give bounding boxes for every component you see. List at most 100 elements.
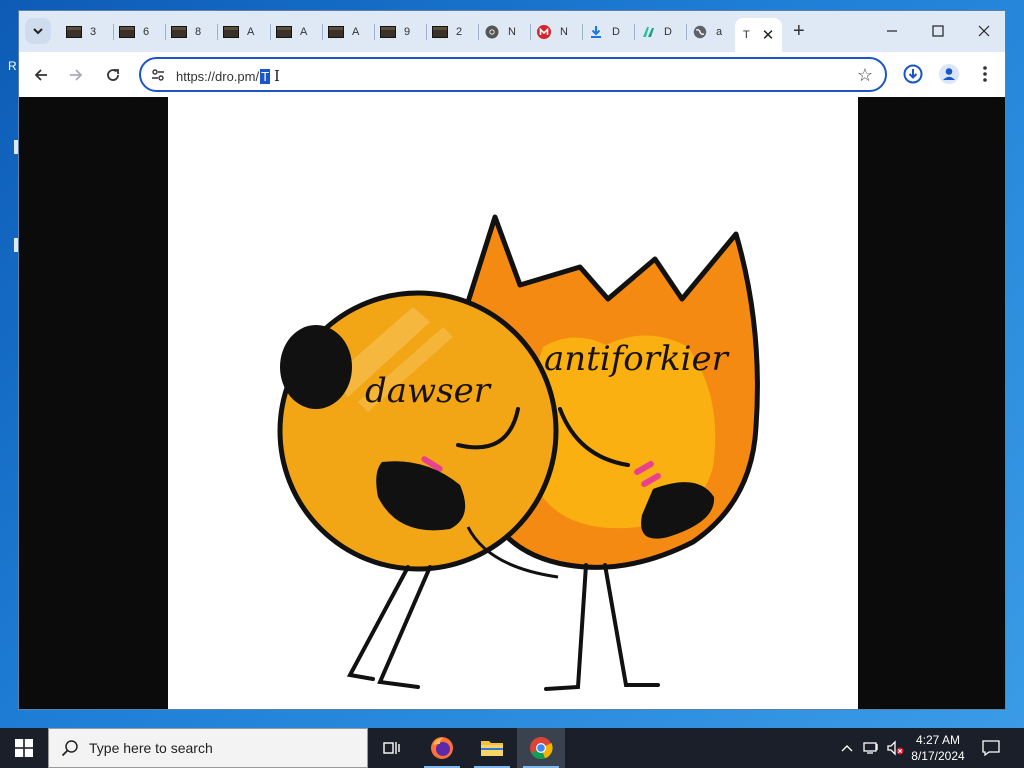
tab-title: 2 [456,26,463,38]
tab-active[interactable]: T ✕ [735,18,783,52]
address-bar[interactable]: https://dro.pm/T I ☆ [139,57,887,92]
start-button[interactable] [0,728,48,768]
download-circle-icon [903,64,923,84]
back-button[interactable] [29,63,53,87]
tab-title: N [560,26,568,38]
clock-date: 8/17/2024 [911,749,965,763]
dark-thumbnail-favicon-icon [119,25,135,39]
windows-logo-icon [15,739,33,757]
taskbar-search-box[interactable]: Type here to search [48,728,368,768]
dark-thumbnail-favicon-icon [66,25,82,39]
tab-strip: 3 6 8 A A A 9 2 N N D D a T ✕ + [19,11,1005,52]
tab[interactable]: a [686,19,723,45]
tab[interactable]: 9 [374,19,411,45]
tune-icon [152,69,164,81]
red-m-favicon-icon [536,25,552,39]
tab[interactable]: D [634,19,672,45]
notification-icon [982,740,1000,757]
downloads-button[interactable] [901,62,925,86]
network-icon[interactable] [862,739,880,757]
tab-title: 9 [404,26,411,38]
bookmark-star-icon[interactable]: ☆ [857,65,873,86]
minimize-button[interactable] [877,19,907,43]
url-selection: T [260,68,271,84]
close-tab-icon[interactable]: ✕ [762,26,775,44]
flame-leg [603,563,660,687]
ball-label: dawser [365,371,492,411]
search-icon [61,740,78,757]
character-illustration: antiforkier dawser [277,214,760,691]
dark-thumbnail-favicon-icon [432,25,448,39]
tab[interactable]: 6 [113,19,150,45]
maximize-icon [932,25,944,37]
chrome-taskbar-button[interactable] [517,728,565,768]
ball-ear [280,325,352,409]
task-view-icon [383,742,400,754]
ball-leg [377,565,432,689]
tab[interactable]: 8 [165,19,202,45]
tab[interactable]: A [270,19,308,45]
reload-button[interactable] [101,63,125,87]
tab-title: A [352,26,360,38]
kebab-menu-icon [983,66,987,82]
task-view-button[interactable] [368,728,416,768]
tab[interactable]: N [478,19,516,45]
dark-thumbnail-favicon-icon [276,25,292,39]
tab-search-button[interactable] [25,18,51,44]
tab-title: 6 [143,26,150,38]
minimize-icon [887,30,897,32]
tab[interactable]: 2 [426,19,463,45]
close-window-button[interactable] [969,19,999,43]
tab-title: N [508,26,516,38]
show-hidden-icons-chevron-icon[interactable] [838,739,856,757]
back-arrow-icon [34,69,47,81]
taskbar: Type here to search 4:27 AM 8/17/2024 [0,728,1024,768]
forward-button[interactable] [64,63,88,87]
file-explorer-taskbar-button[interactable] [468,728,516,768]
new-tab-button[interactable]: + [793,20,805,43]
site-info-button[interactable] [149,66,167,84]
tab[interactable]: A [322,19,360,45]
displayed-image: antiforkier dawser [168,97,858,709]
dark-thumbnail-favicon-icon [328,25,344,39]
reload-icon [107,69,119,81]
system-clock[interactable]: 4:27 AM 8/17/2024 [900,732,976,764]
notification-center-button[interactable] [980,737,1002,759]
menu-button[interactable] [973,62,997,86]
dark-thumbnail-favicon-icon [223,25,239,39]
tab[interactable]: A [217,19,255,45]
profile-button[interactable] [937,62,961,86]
maximize-button[interactable] [923,19,953,43]
folder-icon [481,741,503,756]
search-placeholder: Type here to search [89,740,213,756]
tab[interactable]: 3 [66,19,96,45]
tab-title: A [300,26,308,38]
flame-leg [544,563,588,691]
tab-title: 3 [90,26,97,38]
green-d-favicon-icon [640,25,656,39]
chrome-favicon-icon [484,25,500,39]
tab[interactable]: D [582,19,620,45]
page-viewport: antiforkier dawser [19,97,1005,709]
dark-thumbnail-favicon-icon [380,25,396,39]
tab-title: 8 [195,26,202,38]
chrome-icon [530,737,553,760]
tab-title: a [716,26,723,38]
forward-arrow-icon [70,69,83,81]
globe-favicon-icon [692,25,708,39]
firefox-icon [431,737,453,759]
ball-leg [346,565,410,681]
tab[interactable]: N [530,19,568,45]
url-text[interactable]: https://dro.pm/T I [176,67,280,85]
close-icon [978,25,990,37]
tab-title: A [247,26,255,38]
clock-time: 4:27 AM [915,733,961,747]
dark-thumbnail-favicon-icon [171,25,187,39]
firefox-taskbar-button[interactable] [418,728,466,768]
chrome-window: 3 6 8 A A A 9 2 N N D D a T ✕ + https://… [18,10,1006,710]
browser-toolbar: https://dro.pm/T I ☆ [19,52,1005,97]
desktop-icon-label: R [8,59,17,73]
tab-title: T [743,29,750,41]
profile-avatar-icon [939,64,959,84]
download-favicon-icon [588,25,604,39]
